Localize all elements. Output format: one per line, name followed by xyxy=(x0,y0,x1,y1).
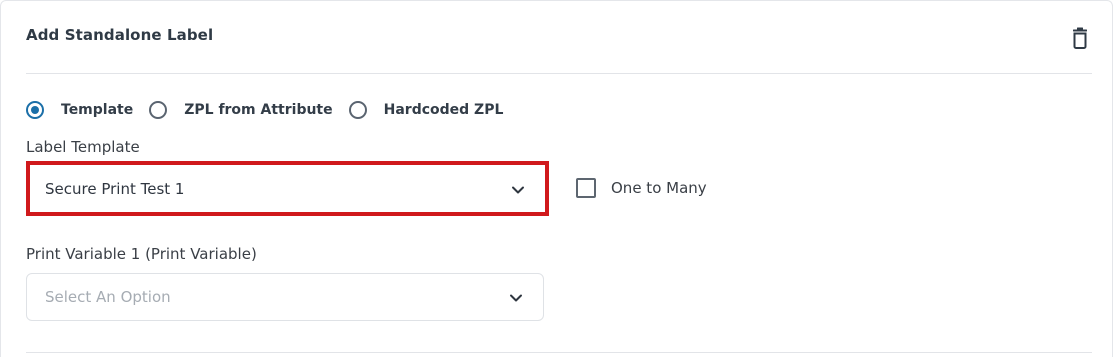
radio-template[interactable]: Template xyxy=(26,101,133,119)
one-to-many-checkbox[interactable] xyxy=(576,178,596,198)
label-template-select[interactable]: Secure Print Test 1 xyxy=(26,161,549,216)
one-to-many-label: One to Many xyxy=(611,179,707,197)
print-variable-placeholder: Select An Option xyxy=(45,288,171,306)
radio-template-label: Template xyxy=(61,102,134,118)
radio-zpl-from-attribute[interactable]: ZPL from Attribute xyxy=(149,101,333,119)
section-title: Add Standalone Label xyxy=(26,26,214,44)
print-variable-label: Print Variable 1 (Print Variable) xyxy=(26,245,257,263)
label-template-value: Secure Print Test 1 xyxy=(45,179,185,198)
chevron-down-icon xyxy=(512,186,524,193)
one-to-many-toggle[interactable]: One to Many xyxy=(576,178,707,198)
standalone-label-card: Add Standalone Label Template ZPL from A… xyxy=(0,0,1113,357)
trash-icon[interactable] xyxy=(1070,27,1090,49)
radio-zpl-from-attribute-label: ZPL from Attribute xyxy=(184,102,333,118)
radio-zpl-from-attribute-indicator[interactable] xyxy=(149,101,168,119)
radio-template-indicator[interactable] xyxy=(26,101,44,119)
label-template-label: Label Template xyxy=(26,138,140,156)
bottom-divider xyxy=(26,352,1092,353)
radio-hardcoded-zpl-indicator[interactable] xyxy=(348,101,367,119)
radio-hardcoded-zpl[interactable]: Hardcoded ZPL xyxy=(348,101,504,119)
chevron-down-icon xyxy=(510,294,522,302)
label-source-radio-group: Template ZPL from Attribute Hardcoded ZP… xyxy=(26,98,519,122)
header-divider xyxy=(26,73,1092,74)
radio-hardcoded-zpl-label: Hardcoded ZPL xyxy=(383,102,504,118)
print-variable-select[interactable]: Select An Option xyxy=(26,273,544,321)
